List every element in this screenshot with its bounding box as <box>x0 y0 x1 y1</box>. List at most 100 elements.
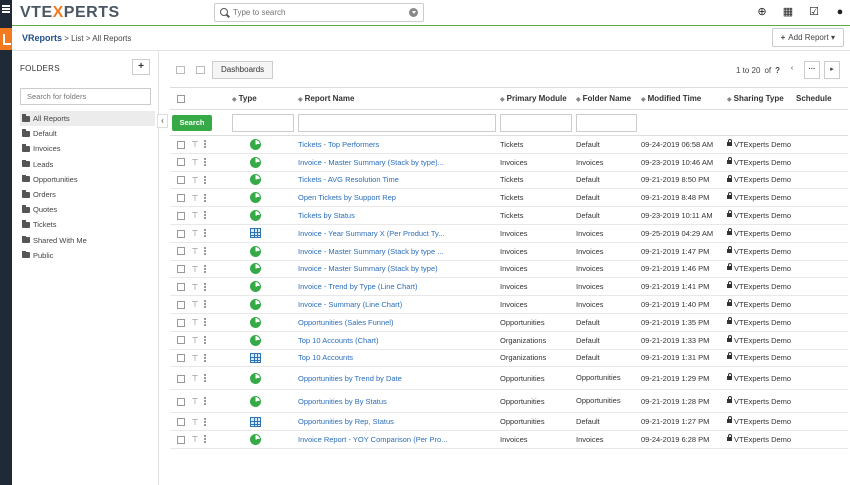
select-all-checkbox[interactable] <box>177 94 185 103</box>
table-row[interactable]: ⊤ Top 10 Accounts (Chart) Organizations Def… <box>170 331 848 350</box>
row-checkbox[interactable] <box>177 374 185 383</box>
report-link[interactable]: Invoice - Year Summary X (Per Product Ty… <box>298 229 444 238</box>
add-report-button[interactable]: + Add Report ▾ <box>771 28 844 47</box>
report-link[interactable]: Opportunities by By Status <box>298 397 387 406</box>
folder-item[interactable]: Invoices <box>20 141 155 156</box>
more-actions-icon[interactable] <box>204 211 206 220</box>
filter-module-input[interactable] <box>500 113 572 132</box>
report-link[interactable]: Top 10 Accounts (Chart) <box>298 336 378 345</box>
row-checkbox[interactable] <box>177 354 185 363</box>
page-jump-button[interactable]: ··· <box>804 61 820 79</box>
table-row[interactable]: ⊤ Opportunities (Sales Funnel) Opportuniti… <box>170 313 848 332</box>
reports-module-icon[interactable] <box>0 28 12 50</box>
add-circle-icon[interactable]: ⊕ <box>756 6 768 18</box>
more-actions-icon[interactable] <box>204 282 206 292</box>
pin-icon[interactable]: ⊤ <box>191 194 199 203</box>
delete-icon[interactable] <box>196 66 205 74</box>
more-actions-icon[interactable] <box>204 246 206 256</box>
more-actions-icon[interactable] <box>204 175 206 185</box>
col-type[interactable]: ◆ Type <box>230 87 296 110</box>
pin-icon[interactable]: ⊤ <box>191 374 199 383</box>
more-actions-icon[interactable] <box>204 397 206 406</box>
pin-icon[interactable]: ⊤ <box>191 318 199 327</box>
row-checkbox[interactable] <box>177 229 185 238</box>
table-row[interactable]: ⊤ Invoice - Master Summary (Stack by type… <box>170 242 848 261</box>
prev-page-button[interactable]: ‹ <box>784 61 800 79</box>
pin-icon[interactable]: ⊤ <box>191 140 199 149</box>
user-icon[interactable]: ● <box>834 6 846 18</box>
breadcrumb-module[interactable]: VReports <box>22 33 62 43</box>
dashboards-button[interactable]: Dashboards <box>212 61 274 79</box>
vtexperts-logo[interactable]: VTEXPERTS <box>20 4 120 22</box>
row-checkbox[interactable] <box>177 418 185 427</box>
filter-type-input[interactable] <box>232 113 294 132</box>
table-row[interactable]: ⊤ Tickets by Status Tickets Default 09-23-20… <box>170 206 848 225</box>
report-link[interactable]: Opportunities by Rep, Status <box>298 417 394 426</box>
report-link[interactable]: Tickets - AVG Resolution Time <box>298 175 399 184</box>
global-search-input[interactable] <box>233 6 398 19</box>
row-checkbox[interactable] <box>177 435 185 444</box>
report-link[interactable]: Invoice - Trend by Type (Line Chart) <box>298 282 418 291</box>
more-actions-icon[interactable] <box>204 264 206 274</box>
report-link[interactable]: Invoice Report - YOY Comparison (Per Pro… <box>298 435 447 444</box>
pin-icon[interactable]: ⊤ <box>191 300 199 309</box>
table-row[interactable]: ⊤ Invoice - Master Summary (Stack by type… <box>170 260 848 279</box>
report-link[interactable]: Invoice - Master Summary (Stack by type … <box>298 247 443 256</box>
table-row[interactable]: ⊤ Invoice - Master Summary (Stack by type… <box>170 153 848 172</box>
table-row[interactable]: ⊤ Opportunities by Trend by Date Opportuni… <box>170 366 848 391</box>
folder-item[interactable]: Tickets <box>20 217 155 232</box>
table-row[interactable]: ⊤ Tickets - AVG Resolution Time Tickets Def… <box>170 171 848 190</box>
table-row[interactable]: ⊤ Tickets - Top Performers Tickets Default 0… <box>170 135 848 154</box>
pin-icon[interactable]: ⊤ <box>191 176 199 185</box>
pin-icon[interactable]: ⊤ <box>191 247 199 256</box>
search-button[interactable]: Search <box>172 114 212 131</box>
row-checkbox[interactable] <box>177 265 185 274</box>
more-actions-icon[interactable] <box>204 417 206 427</box>
pager-total[interactable]: ? <box>775 66 780 75</box>
filter-name-input[interactable] <box>298 113 496 132</box>
row-checkbox[interactable] <box>177 283 185 292</box>
report-link[interactable]: Invoice - Master Summary (Stack by type)… <box>298 158 444 167</box>
pin-icon[interactable]: ⊤ <box>191 211 199 220</box>
row-checkbox[interactable] <box>177 336 185 345</box>
pin-icon[interactable]: ⊤ <box>191 336 199 345</box>
folder-item[interactable]: Public <box>20 248 155 263</box>
folder-item[interactable]: Leads <box>20 157 155 172</box>
search-options-icon[interactable] <box>409 8 418 17</box>
table-row[interactable]: ⊤ Invoice Report - YOY Comparison (Per Pr… <box>170 430 848 449</box>
tasks-check-icon[interactable]: ☑ <box>808 6 820 18</box>
col-schedule[interactable]: Schedule <box>794 87 848 110</box>
row-checkbox[interactable] <box>177 397 185 406</box>
folder-item[interactable]: All Reports <box>20 111 155 127</box>
col-report-name[interactable]: ◆ Report Name <box>296 87 498 110</box>
more-actions-icon[interactable] <box>204 300 206 309</box>
folder-search-input[interactable] <box>20 88 151 105</box>
folder-item[interactable]: Opportunities <box>20 172 155 187</box>
col-sharing-type[interactable]: ◆ Sharing Type <box>725 87 794 110</box>
more-actions-icon[interactable] <box>204 157 206 167</box>
pin-icon[interactable]: ⊤ <box>191 354 199 363</box>
row-checkbox[interactable] <box>177 300 185 309</box>
report-link[interactable]: Tickets by Status <box>298 211 355 220</box>
more-actions-icon[interactable] <box>204 229 206 238</box>
col-primary-module[interactable]: ◆ Primary Module <box>498 87 574 110</box>
table-row[interactable]: ⊤ Invoice - Summary (Line Chart) Invoices I… <box>170 295 848 314</box>
folder-item[interactable]: Quotes <box>20 202 155 217</box>
folder-item[interactable]: Default <box>20 126 155 141</box>
report-link[interactable]: Top 10 Accounts <box>298 353 353 362</box>
col-modified-time[interactable]: ◆ Modified Time <box>639 87 725 110</box>
move-folder-icon[interactable] <box>176 66 185 74</box>
report-link[interactable]: Tickets - Top Performers <box>298 140 379 149</box>
pin-icon[interactable]: ⊤ <box>191 418 199 427</box>
more-actions-icon[interactable] <box>204 435 206 444</box>
folder-item[interactable]: Orders <box>20 187 155 202</box>
report-link[interactable]: Opportunities by Trend by Date <box>298 374 402 383</box>
pin-icon[interactable]: ⊤ <box>191 283 199 292</box>
pin-icon[interactable]: ⊤ <box>191 397 199 406</box>
row-checkbox[interactable] <box>177 194 185 203</box>
report-link[interactable]: Invoice - Summary (Line Chart) <box>298 300 402 309</box>
calendar-icon[interactable]: ▦ <box>782 6 794 18</box>
more-actions-icon[interactable] <box>204 318 206 327</box>
col-folder-name[interactable]: ◆ Folder Name <box>574 87 639 110</box>
filter-folder-input[interactable] <box>576 113 637 132</box>
